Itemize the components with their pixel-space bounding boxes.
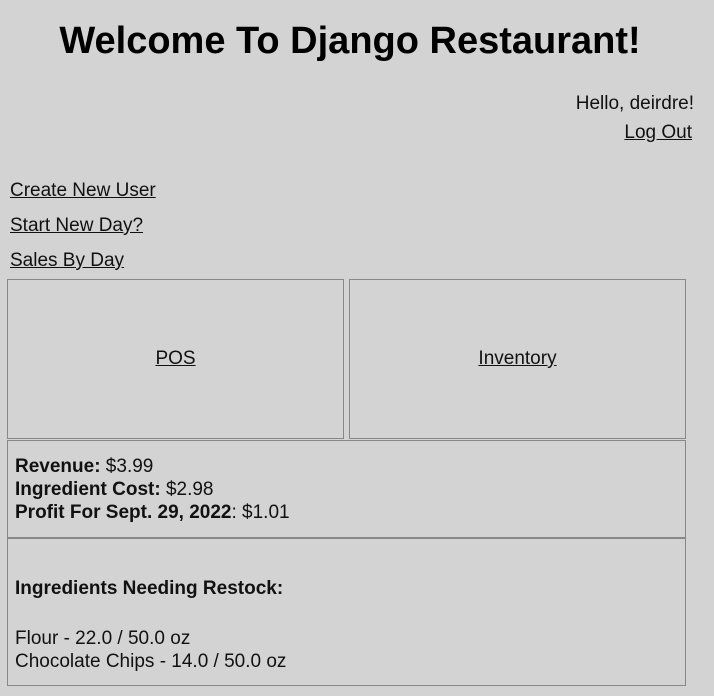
nav-links: Create New User Start New Day? Sales By …	[10, 180, 156, 285]
revenue-row: Revenue: $3.99	[15, 455, 685, 478]
profit-value: : $1.01	[231, 502, 290, 523]
ingredient-cost-row: Ingredient Cost: $2.98	[15, 478, 685, 501]
ingredient-cost-value: $2.98	[160, 479, 214, 500]
profit-label: Profit For Sept. 29, 2022	[15, 502, 232, 523]
logout-link[interactable]: Log Out	[624, 122, 692, 144]
start-new-day-link[interactable]: Start New Day?	[10, 215, 156, 250]
daily-stats-panel: Revenue: $3.99 Ingredient Cost: $2.98 Pr…	[7, 440, 686, 538]
revenue-value: $3.99	[100, 456, 154, 477]
restock-panel: Ingredients Needing Restock: Flour - 22.…	[7, 538, 686, 686]
create-new-user-link[interactable]: Create New User	[10, 180, 156, 215]
page-title: Welcome To Django Restaurant!	[59, 20, 641, 62]
profit-row: Profit For Sept. 29, 2022: $1.01	[15, 501, 685, 524]
pos-link[interactable]: POS	[155, 348, 195, 370]
restock-item: Flour - 22.0 / 50.0 oz	[15, 628, 191, 649]
page: Welcome To Django Restaurant! Hello, dei…	[0, 0, 714, 696]
inventory-tile: Inventory	[349, 279, 686, 439]
revenue-label: Revenue:	[15, 456, 101, 477]
user-greeting: Hello, deirdre!	[575, 93, 694, 114]
restock-heading: Ingredients Needing Restock:	[15, 578, 284, 599]
inventory-link[interactable]: Inventory	[478, 348, 556, 370]
restock-item: Chocolate Chips - 14.0 / 50.0 oz	[15, 651, 287, 672]
pos-tile: POS	[7, 279, 344, 439]
ingredient-cost-label: Ingredient Cost:	[15, 479, 161, 500]
